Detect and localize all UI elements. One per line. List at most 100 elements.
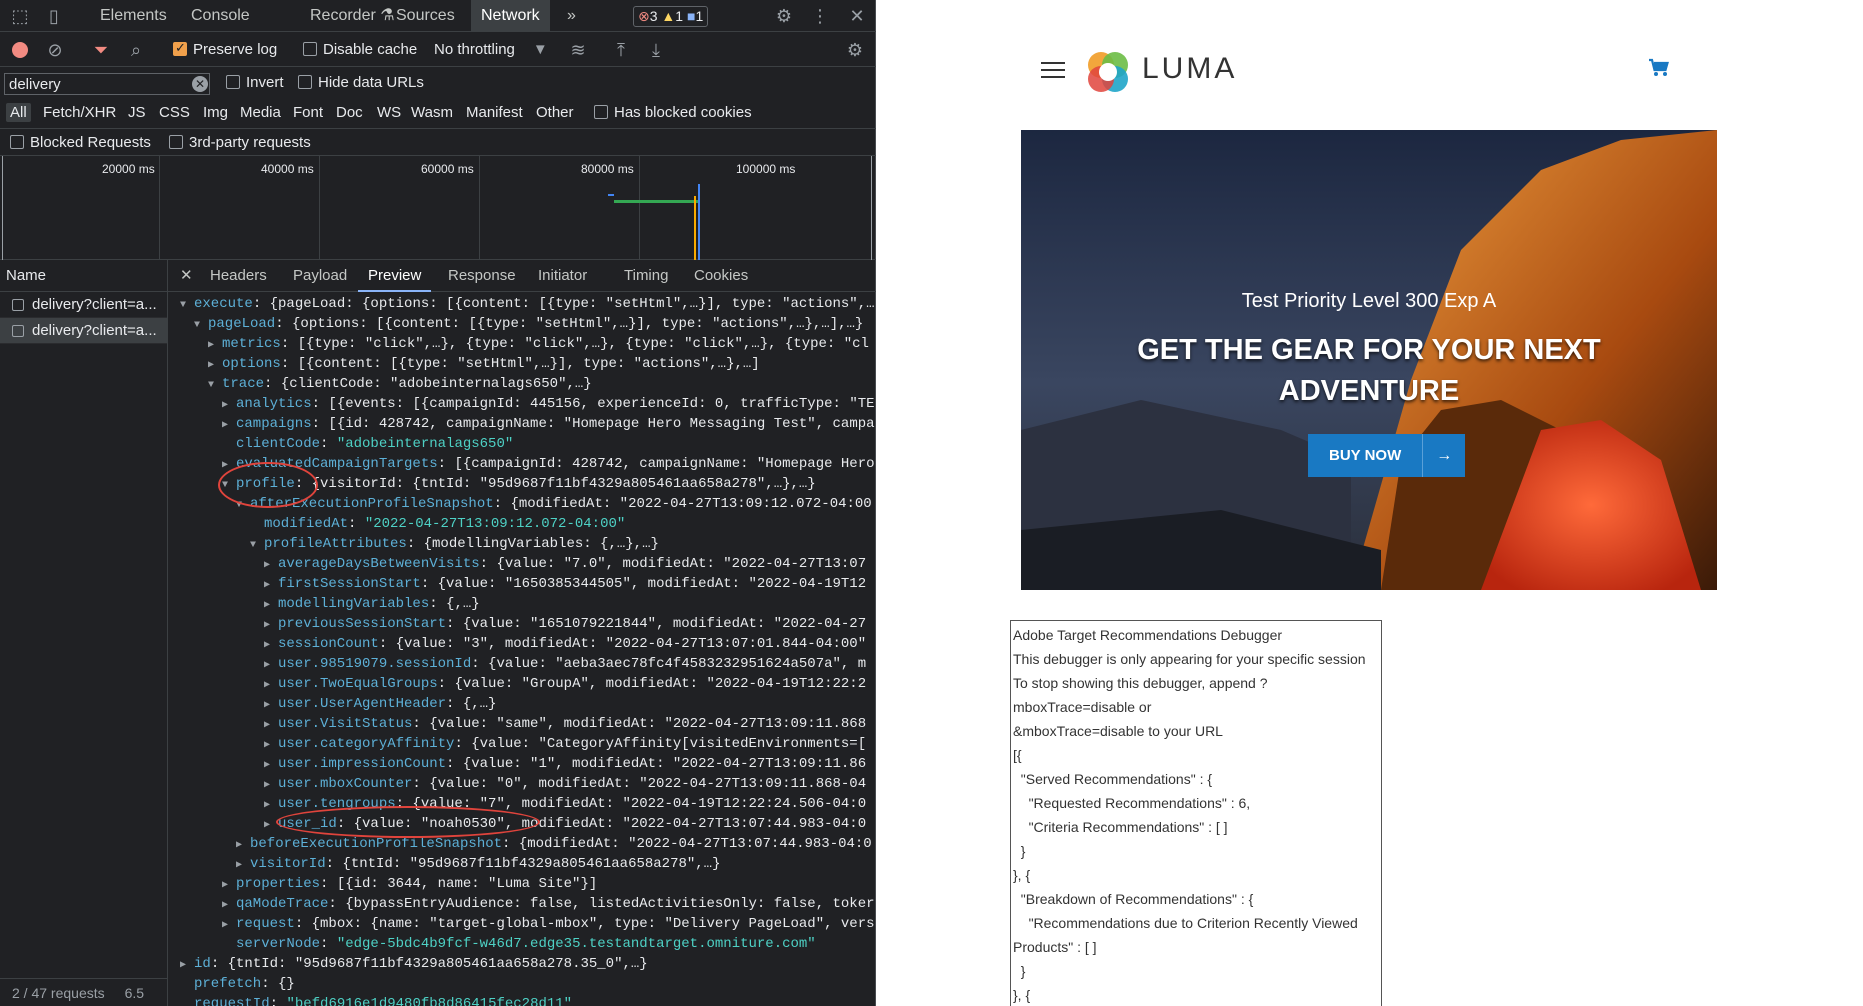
import-har-icon[interactable]: ⤒	[609, 38, 633, 62]
type-filter-css[interactable]: CSS	[155, 103, 194, 122]
preview-line[interactable]: ▼ profileAttributes: {modellingVariables:…	[250, 534, 659, 554]
tab-cookies[interactable]: Cookies	[684, 260, 758, 292]
collapsed-triangle-icon[interactable]: ▶	[222, 416, 236, 436]
collapsed-triangle-icon[interactable]: ▶	[222, 396, 236, 416]
type-filter-wasm[interactable]: Wasm	[407, 103, 457, 122]
type-filter-doc[interactable]: Doc	[332, 103, 367, 122]
buy-now-button[interactable]: BUY NOW →	[1308, 434, 1466, 477]
preview-line[interactable]: ▶ sessionCount: {value: "3", modifiedAt: …	[264, 634, 866, 654]
type-filter-ws[interactable]: WS	[373, 103, 405, 122]
tab-headers[interactable]: Headers	[200, 260, 277, 292]
preview-line[interactable]: ▶ beforeExecutionProfileSnapshot: {modifi…	[236, 834, 872, 854]
shopping-cart-icon[interactable]	[1648, 58, 1670, 78]
export-har-icon[interactable]: ⤓	[644, 38, 668, 62]
collapsed-triangle-icon[interactable]: ▶	[264, 576, 278, 596]
device-toolbar-icon[interactable]: ▯	[42, 4, 66, 28]
collapsed-triangle-icon[interactable]: ▶	[222, 916, 236, 936]
preview-line[interactable]: ▶ analytics: [{events: [{campaignId: 4451…	[222, 394, 875, 414]
preview-line[interactable]: ▶ firstSessionStart: {value: "16503853445…	[264, 574, 866, 594]
expanded-triangle-icon[interactable]: ▼	[194, 316, 208, 336]
preview-line[interactable]: ▶ user.categoryAffinity: {value: "Categor…	[264, 734, 866, 754]
collapsed-triangle-icon[interactable]: ▶	[264, 616, 278, 636]
filter-icon[interactable]: ⏷	[89, 38, 113, 62]
collapsed-triangle-icon[interactable]: ▶	[264, 636, 278, 656]
preview-line[interactable]: ▼ afterExecutionProfileSnapshot: {modifie…	[236, 494, 872, 514]
close-detail-icon[interactable]: ✕	[170, 260, 203, 292]
tab-initiator[interactable]: Initiator	[528, 260, 597, 292]
collapsed-triangle-icon[interactable]: ▶	[222, 876, 236, 896]
type-filter-manifest[interactable]: Manifest	[462, 103, 527, 122]
network-settings-gear-icon[interactable]: ⚙	[843, 38, 867, 62]
tab-network[interactable]: Network	[471, 0, 550, 32]
collapsed-triangle-icon[interactable]: ▶	[264, 776, 278, 796]
preview-line[interactable]: ▶ user.impressionCount: {value: "1", modi…	[264, 754, 866, 774]
type-filter-fetch-xhr[interactable]: Fetch/XHR	[39, 103, 120, 122]
issues-badges[interactable]: ⊗3 ▲1 ■1	[633, 6, 709, 27]
tab-preview[interactable]: Preview	[358, 260, 432, 292]
tab-sources[interactable]: Sources	[386, 0, 465, 32]
preview-line[interactable]: ▶ request: {mbox: {name: "target-global-m…	[222, 914, 875, 934]
more-tabs-button[interactable]: »	[557, 0, 586, 32]
third-party-checkbox[interactable]: 3rd-party requests	[169, 134, 311, 151]
network-conditions-icon[interactable]: ≋	[566, 38, 590, 62]
hero-banner[interactable]: Test Priority Level 300 Exp A GET THE GE…	[1021, 130, 1717, 590]
collapsed-triangle-icon[interactable]: ▶	[264, 556, 278, 576]
expanded-triangle-icon[interactable]: ▼	[250, 536, 264, 556]
preview-line[interactable]: ▼ trace: {clientCode: "adobeinternalags65…	[208, 374, 592, 394]
settings-gear-icon[interactable]: ⚙	[772, 4, 796, 28]
collapsed-triangle-icon[interactable]: ▶	[264, 756, 278, 776]
kebab-menu-icon[interactable]: ⋮	[808, 4, 832, 28]
collapsed-triangle-icon[interactable]: ▶	[264, 696, 278, 716]
collapsed-triangle-icon[interactable]: ▶	[180, 956, 194, 976]
collapsed-triangle-icon[interactable]: ▶	[264, 656, 278, 676]
collapsed-triangle-icon[interactable]: ▶	[208, 356, 222, 376]
tab-response[interactable]: Response	[438, 260, 526, 292]
type-filter-js[interactable]: JS	[124, 103, 150, 122]
close-icon[interactable]: ✕	[845, 4, 869, 28]
preview-line[interactable]: ▼ pageLoad: {options: [{content: [{type: …	[194, 314, 863, 334]
luma-logo-icon[interactable]	[1084, 48, 1132, 96]
collapsed-triangle-icon[interactable]: ▶	[208, 336, 222, 356]
type-filter-font[interactable]: Font	[289, 103, 327, 122]
timeline-overview[interactable]: 20000 ms 40000 ms 60000 ms 80000 ms 1000…	[0, 156, 876, 260]
tab-payload[interactable]: Payload	[283, 260, 357, 292]
collapsed-triangle-icon[interactable]: ▶	[264, 676, 278, 696]
preview-line[interactable]: ▶ user.TwoEqualGroups: {value: "GroupA", …	[264, 674, 866, 694]
clear-filter-icon[interactable]: ✕	[192, 76, 208, 92]
type-filter-img[interactable]: Img	[199, 103, 232, 122]
expanded-triangle-icon[interactable]: ▼	[208, 376, 222, 396]
search-icon[interactable]: ⌕	[124, 38, 148, 62]
request-row[interactable]: delivery?client=a...	[0, 318, 167, 344]
type-filter-all[interactable]: All	[6, 103, 31, 122]
filter-input[interactable]	[4, 73, 210, 95]
preview-line[interactable]: ▶ user.98519079.sessionId: {value: "aeba3…	[264, 654, 866, 674]
collapsed-triangle-icon[interactable]: ▶	[264, 736, 278, 756]
record-icon[interactable]	[12, 42, 28, 58]
collapsed-triangle-icon[interactable]: ▶	[264, 796, 278, 816]
preview-line[interactable]: ▶ campaigns: [{id: 428742, campaignName: …	[222, 414, 875, 434]
type-filter-other[interactable]: Other	[532, 103, 578, 122]
preview-line[interactable]: ▶ properties: [{id: 3644, name: "Luma Sit…	[222, 874, 597, 894]
clear-icon[interactable]: ⊘	[43, 38, 67, 62]
collapsed-triangle-icon[interactable]: ▶	[264, 816, 278, 836]
collapsed-triangle-icon[interactable]: ▶	[236, 836, 250, 856]
preview-line[interactable]: ▶ user.mboxCounter: {value: "0", modified…	[264, 774, 866, 794]
preview-line[interactable]: ▶ user.VisitStatus: {value: "same", modif…	[264, 714, 866, 734]
preserve-log-checkbox[interactable]: Preserve log	[173, 40, 277, 58]
request-row[interactable]: delivery?client=a...	[0, 292, 167, 318]
preview-line[interactable]: ▶ averageDaysBetweenVisits: {value: "7.0"…	[264, 554, 866, 574]
name-column-header[interactable]: Name	[0, 260, 167, 292]
preview-line[interactable]: ▶ user.UserAgentHeader: {,…}	[264, 694, 496, 714]
preview-line[interactable]: ▶ options: [{content: [{type: "setHtml",……	[208, 354, 760, 374]
menu-icon[interactable]	[1041, 62, 1065, 78]
tab-timing[interactable]: Timing	[614, 260, 678, 292]
inspect-element-icon[interactable]: ⬚	[8, 4, 32, 28]
preview-line[interactable]: ▶ metrics: [{type: "click",…}, {type: "cl…	[208, 334, 869, 354]
throttling-select[interactable]: No throttling ▼	[434, 41, 548, 58]
tab-console[interactable]: Console	[181, 0, 260, 32]
preview-line[interactable]: ▼ execute: {pageLoad: {options: [{content…	[180, 294, 875, 314]
expanded-triangle-icon[interactable]: ▼	[180, 296, 194, 316]
logo-text[interactable]: LUMA	[1142, 52, 1237, 86]
disable-cache-checkbox[interactable]: Disable cache	[303, 41, 417, 58]
collapsed-triangle-icon[interactable]: ▶	[222, 896, 236, 916]
